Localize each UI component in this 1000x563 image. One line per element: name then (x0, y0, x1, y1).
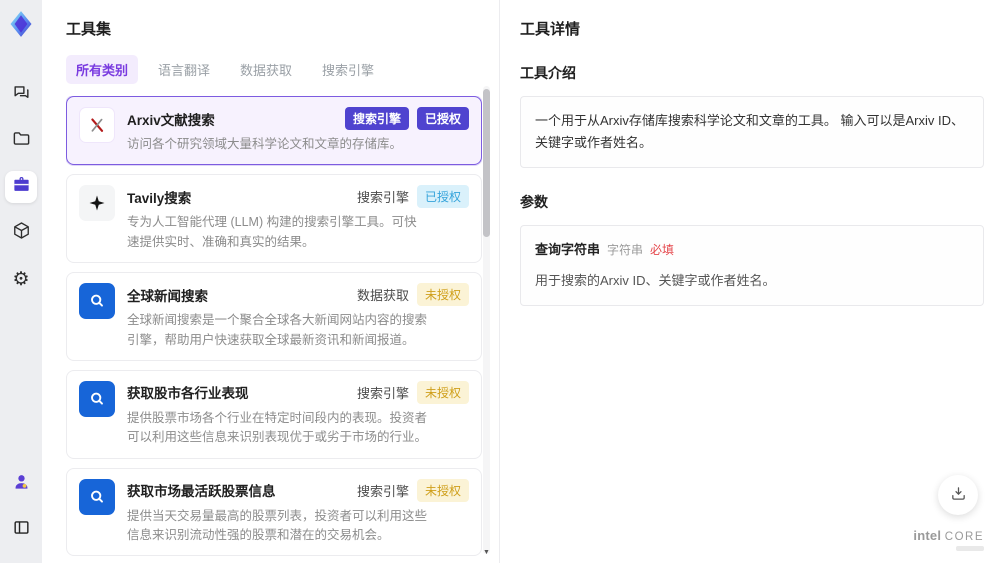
brand-bar (956, 546, 984, 551)
tool-category-label: 搜索引擎 (356, 385, 409, 401)
sidebar-item-chat[interactable] (5, 79, 37, 111)
tool-status-badge: 未授权 (416, 380, 469, 404)
params-heading: 参数 (520, 194, 548, 211)
sidebar-item-files[interactable] (5, 125, 37, 157)
download-icon (950, 485, 967, 505)
param-type: 字符串 (607, 243, 644, 258)
intro-text: 一个用于从Arxiv存储库搜索科学论文和文章的工具。 输入可以是Arxiv ID… (535, 113, 965, 151)
scrollbar-thumb[interactable] (483, 89, 490, 237)
folder-icon (12, 129, 31, 153)
intel-core-logo: intel core (913, 528, 984, 551)
param-name: 查询字符串 (535, 242, 601, 258)
category-tab[interactable]: 搜索引擎 (312, 55, 384, 84)
search-blue-icon (79, 380, 115, 417)
tool-name: 全球新闻搜索 (127, 288, 208, 304)
param-required-badge: 必填 (650, 243, 675, 258)
arxiv-icon (79, 107, 115, 143)
params-list: 查询字符串 字符串 必填 用于搜索的Arxiv ID、关键字或作者姓名。 (520, 225, 984, 307)
tool-card[interactable]: Tavily搜索 搜索引擎 已授权 专为人工智能代理 (LLM) 构建的搜索引擎… (66, 174, 482, 264)
tool-name: Tavily搜索 (127, 190, 192, 206)
search-blue-icon (79, 283, 115, 320)
tool-card[interactable]: 获取股市各行业表现 搜索引擎 未授权 提供股票市场各个行业在特定时间段内的表现。… (66, 369, 482, 459)
cube-icon (12, 221, 31, 245)
tool-description: 专为人工智能代理 (LLM) 构建的搜索引擎工具。可快速提供实时、准确和真实的结… (127, 215, 417, 249)
tool-status-badge: 未授权 (416, 478, 469, 502)
chat-icon (12, 83, 31, 107)
tool-status-badge: 已授权 (416, 107, 469, 130)
download-button[interactable] (938, 475, 978, 515)
category-tab[interactable]: 数据获取 (230, 55, 302, 84)
icon-rail: ⚙ (0, 0, 42, 563)
tool-name: Arxiv文献搜索 (127, 112, 215, 128)
tool-name: 获取市场最活跃股票信息 (127, 484, 276, 500)
list-scrollbar[interactable]: ▼ (483, 86, 490, 556)
tool-category-label: 搜索引擎 (344, 107, 409, 130)
details-pane: 工具详情 工具介绍 一个用于从Arxiv存储库搜索科学论文和文章的工具。 输入可… (500, 0, 1000, 563)
tool-category-label: 数据获取 (356, 288, 409, 304)
tool-card[interactable]: 获取市场最活跃股票信息 搜索引擎 未授权 提供当天交易量最高的股票列表，投资者可… (66, 467, 482, 557)
scroll-down-icon[interactable]: ▼ (483, 549, 490, 556)
intro-heading: 工具介绍 (520, 65, 576, 81)
tool-name: 获取股市各行业表现 (127, 386, 249, 402)
tool-status-badge: 未授权 (416, 283, 469, 307)
page-title: 工具集 (66, 21, 112, 38)
tool-card-list: Arxiv文献搜索 搜索引擎 已授权 访问各个研究领域大量科学论文和文章的存储库… (66, 96, 482, 563)
sidebar-item-packages[interactable] (5, 217, 37, 249)
panel-layout-icon (12, 518, 31, 542)
avatar-icon (12, 472, 31, 496)
tool-description: 访问各个研究领域大量科学论文和文章的存储库。 (127, 137, 403, 151)
tool-description: 提供当天交易量最高的股票列表，投资者可以利用这些信息来识别流动性强的股票和潜在的… (127, 508, 428, 542)
sparkle-icon (79, 185, 115, 222)
intro-box: 一个用于从Arxiv存储库搜索科学论文和文章的工具。 输入可以是Arxiv ID… (520, 96, 984, 169)
search-blue-icon (79, 478, 115, 515)
tool-category-label: 搜索引擎 (356, 483, 409, 499)
sidebar-item-tools[interactable] (5, 171, 37, 203)
tool-status-badge: 已授权 (416, 185, 469, 209)
category-tab[interactable]: 所有类别 (66, 55, 139, 84)
app-window: ⚙ 工具集 所有类别 语言翻译 数据获取 搜索引擎 Arxiv文献搜索 搜索引擎… (0, 0, 1000, 563)
sidebar-item-settings[interactable]: ⚙ (5, 263, 37, 295)
tool-description: 全球新闻搜索是一个聚合全球各大新闻网站内容的搜索引擎，帮助用户快速获取全球最新资… (127, 313, 428, 347)
param-description: 用于搜索的Arxiv ID、关键字或作者姓名。 (535, 273, 776, 289)
tool-description: 提供股票市场各个行业在特定时间段内的表现。投资者可以利用这些信息来识别表现优于或… (127, 410, 428, 445)
tool-card[interactable]: 全球新闻搜索 数据获取 未授权 全球新闻搜索是一个聚合全球各大新闻网站内容的搜索… (66, 272, 482, 361)
sidebar-item-account[interactable] (5, 468, 37, 500)
gear-icon: ⚙ (12, 268, 30, 290)
sidebar-item-collapse[interactable] (5, 514, 37, 546)
tool-card[interactable]: Arxiv文献搜索 搜索引擎 已授权 访问各个研究领域大量科学论文和文章的存储库… (66, 96, 482, 166)
app-logo gem-logo-icon (7, 10, 35, 38)
brand-intel: intel (913, 528, 942, 543)
tools-pane: 工具集 所有类别 语言翻译 数据获取 搜索引擎 Arxiv文献搜索 搜索引擎 已授权 … (42, 0, 500, 563)
tool-category-label: 搜索引擎 (356, 190, 409, 206)
details-title: 工具详情 (520, 21, 581, 38)
param-box: 查询字符串 字符串 必填 用于搜索的Arxiv ID、关键字或作者姓名。 (520, 225, 984, 307)
category-tabs: 所有类别 语言翻译 数据获取 搜索引擎 (66, 55, 499, 84)
briefcase-icon (12, 175, 31, 199)
brand-core: core (944, 531, 984, 543)
category-tab[interactable]: 语言翻译 (148, 55, 220, 84)
